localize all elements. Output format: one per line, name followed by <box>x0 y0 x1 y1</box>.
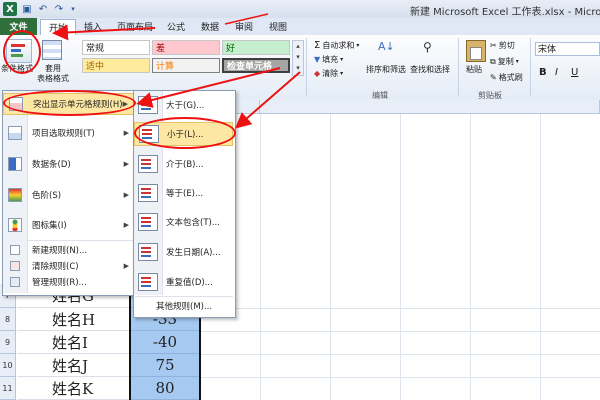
annotation-arrows <box>52 13 301 129</box>
arrow-to-home-tab <box>52 24 156 41</box>
arrow-to-highlight-rules <box>136 67 281 108</box>
arrow-line-top <box>224 13 269 25</box>
arrow-to-less-than <box>234 71 301 129</box>
